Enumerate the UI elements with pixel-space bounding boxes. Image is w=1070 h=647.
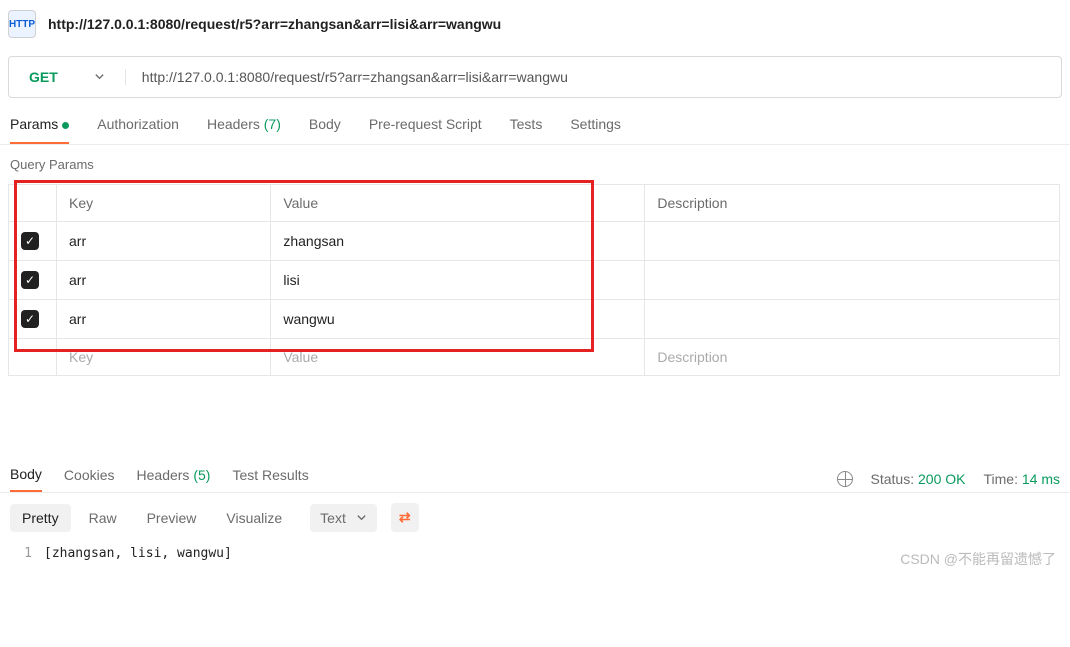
http-method-label: GET: [29, 69, 58, 85]
language-select[interactable]: Text: [310, 504, 377, 532]
response-tabs: Body Cookies Headers (5) Test Results St…: [0, 456, 1070, 493]
tab-params[interactable]: Params: [10, 116, 69, 144]
status-code: 200 OK: [918, 471, 965, 487]
cell-key[interactable]: arr: [57, 222, 271, 261]
view-preview[interactable]: Preview: [135, 504, 209, 532]
table-row: ✓ arr wangwu: [9, 300, 1060, 339]
view-pretty[interactable]: Pretty: [10, 504, 71, 532]
col-toggle: [9, 185, 57, 222]
cell-description[interactable]: [645, 300, 1060, 339]
query-params-table: Key Value Description ✓ arr zhangsan ✓ a…: [8, 184, 1060, 376]
chevron-down-icon: [356, 510, 367, 526]
tab-tests[interactable]: Tests: [510, 116, 543, 144]
language-label: Text: [320, 510, 346, 526]
table-row: ✓ arr lisi: [9, 261, 1060, 300]
tab-authorization[interactable]: Authorization: [97, 116, 179, 144]
request-tabs: Params Authorization Headers (7) Body Pr…: [0, 98, 1070, 145]
tab-body[interactable]: Body: [309, 116, 341, 144]
cell-key[interactable]: arr: [57, 261, 271, 300]
cell-value[interactable]: zhangsan: [271, 222, 645, 261]
col-key: Key: [57, 185, 271, 222]
tab-headers[interactable]: Headers (7): [207, 116, 281, 144]
globe-icon[interactable]: [837, 471, 853, 487]
http-method-select[interactable]: GET: [9, 69, 126, 85]
resp-tab-cookies[interactable]: Cookies: [64, 467, 115, 491]
query-params-heading: Query Params: [0, 145, 1070, 184]
watermark: CSDN @不能再留遗憾了: [900, 549, 1056, 569]
modified-dot-icon: [62, 122, 69, 129]
resp-tab-tests[interactable]: Test Results: [232, 467, 308, 491]
view-raw[interactable]: Raw: [77, 504, 129, 532]
line-number: 1: [10, 546, 44, 561]
tab-prerequest[interactable]: Pre-request Script: [369, 116, 482, 144]
col-description: Description: [645, 185, 1060, 222]
table-row: ✓ arr zhangsan: [9, 222, 1060, 261]
cell-description[interactable]: [645, 222, 1060, 261]
resp-tab-body[interactable]: Body: [10, 466, 42, 492]
row-checkbox[interactable]: ✓: [21, 310, 39, 328]
table-row-new: Key Value Description: [9, 339, 1060, 376]
col-value: Value: [271, 185, 645, 222]
cell-description[interactable]: [645, 261, 1060, 300]
wrap-lines-button[interactable]: ⇄: [391, 503, 419, 532]
cell-value[interactable]: lisi: [271, 261, 645, 300]
http-protocol-icon: HTTP: [8, 10, 36, 38]
url-input[interactable]: http://127.0.0.1:8080/request/r5?arr=zha…: [126, 69, 1061, 85]
cell-value[interactable]: wangwu: [271, 300, 645, 339]
request-title: http://127.0.0.1:8080/request/r5?arr=zha…: [48, 16, 501, 32]
response-view-bar: Pretty Raw Preview Visualize Text ⇄: [0, 493, 1070, 542]
resp-tab-headers[interactable]: Headers (5): [137, 467, 211, 491]
chevron-down-icon: [94, 69, 105, 85]
row-checkbox[interactable]: ✓: [21, 271, 39, 289]
new-description-input[interactable]: Description: [645, 339, 1060, 376]
tab-settings[interactable]: Settings: [570, 116, 621, 144]
response-time: 14 ms: [1022, 471, 1060, 487]
time-container: Time: 14 ms: [984, 471, 1061, 487]
status-container: Status: 200 OK: [871, 471, 966, 487]
new-key-input[interactable]: Key: [57, 339, 271, 376]
response-text[interactable]: [zhangsan, lisi, wangwu]: [44, 546, 232, 561]
row-checkbox[interactable]: ✓: [21, 232, 39, 250]
new-value-input[interactable]: Value: [271, 339, 645, 376]
view-visualize[interactable]: Visualize: [214, 504, 294, 532]
cell-key[interactable]: arr: [57, 300, 271, 339]
